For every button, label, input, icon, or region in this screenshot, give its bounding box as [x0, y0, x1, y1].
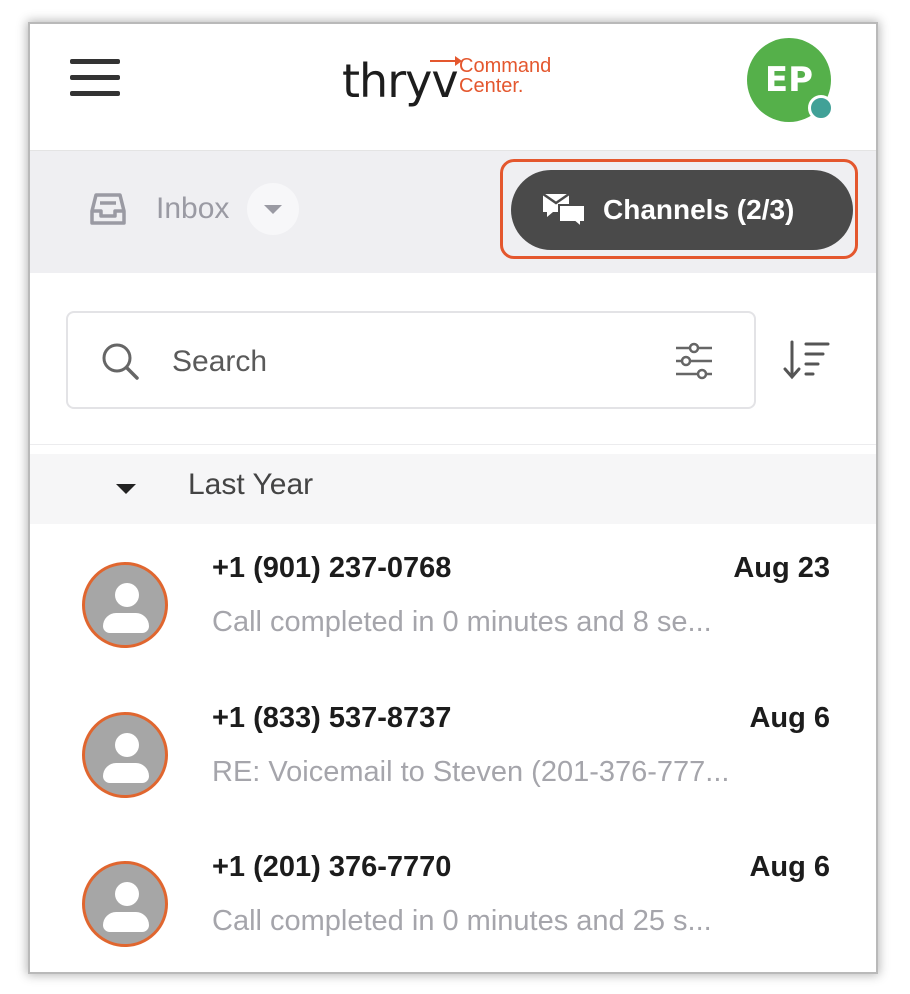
- conversation-date: Aug 6: [749, 702, 830, 734]
- search-icon: [102, 343, 139, 380]
- logo-subtitle-line2: Center.: [459, 75, 524, 97]
- person-avatar-icon: [82, 712, 168, 798]
- user-initials: EP: [764, 60, 814, 100]
- filter-sliders-icon[interactable]: [672, 339, 716, 383]
- logo-subtitle-line1: Command: [459, 55, 552, 77]
- search-input[interactable]: [170, 339, 654, 385]
- conversation-date: Aug 23: [733, 552, 830, 584]
- contact-phone: +1 (833) 537-8737: [212, 702, 452, 734]
- hamburger-menu-icon[interactable]: [70, 57, 122, 99]
- message-preview: RE: Voicemail to Steven (201-376-777...: [212, 756, 730, 788]
- search-box[interactable]: [66, 311, 756, 409]
- inbox-tray-icon: [90, 193, 126, 225]
- conversation-row[interactable]: +1 (901) 237-0768 Aug 23 Call completed …: [30, 528, 876, 668]
- section-label: Last Year: [188, 468, 314, 501]
- inbox-label: Inbox: [156, 192, 230, 225]
- divider: [30, 444, 876, 445]
- chat-bubbles-icon: [542, 192, 586, 228]
- inbox-selector[interactable]: Inbox: [84, 183, 300, 235]
- conversation-row[interactable]: +1 (201) 376-7770 Aug 6 Call completed i…: [30, 827, 876, 967]
- conversation-row[interactable]: +1 (833) 537-8737 Aug 6 RE: Voicemail to…: [30, 678, 876, 818]
- person-avatar-icon: [82, 562, 168, 648]
- message-preview: Call completed in 0 minutes and 25 s...: [212, 905, 712, 937]
- message-preview: Call completed in 0 minutes and 8 se...: [212, 606, 712, 638]
- app-frame: thryv Command Center. EP Inbox Channels …: [30, 24, 876, 972]
- person-avatar-icon: [82, 861, 168, 947]
- logo-arrow-icon: [430, 56, 462, 66]
- section-header-last-year[interactable]: Last Year: [30, 454, 876, 524]
- thryv-logo: thryv Command Center.: [342, 50, 582, 110]
- logo-subtitle: Command Center.: [459, 56, 551, 96]
- conversation-date: Aug 6: [749, 851, 830, 883]
- contact-phone: +1 (201) 376-7770: [212, 851, 452, 883]
- chevron-down-icon[interactable]: [247, 183, 300, 235]
- caret-down-icon: [116, 484, 136, 494]
- app-header: thryv Command Center. EP: [30, 24, 876, 151]
- logo-wordmark: thryv: [342, 54, 459, 108]
- sort-icon[interactable]: [782, 338, 832, 382]
- inbox-toolbar: Inbox Channels (2/3): [30, 151, 876, 273]
- channels-label: Channels (2/3): [603, 194, 795, 225]
- channels-button[interactable]: Channels (2/3): [511, 170, 853, 250]
- contact-phone: +1 (901) 237-0768: [212, 552, 452, 584]
- online-status-indicator: [808, 95, 834, 121]
